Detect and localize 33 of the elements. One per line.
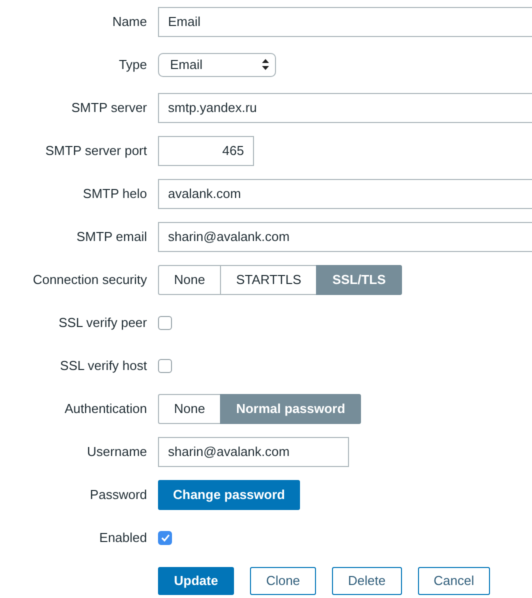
- field-label: Type: [118, 56, 147, 74]
- segment-option[interactable]: None: [158, 394, 222, 424]
- action-button[interactable]: Clone: [250, 566, 316, 594]
- field-label: Username: [86, 442, 147, 461]
- field-label: Connection security: [32, 270, 147, 289]
- text-field[interactable]: sharin@avalank.com: [158, 436, 349, 466]
- text-field[interactable]: smtp.yandex.ru: [158, 92, 532, 122]
- field-label: SSL verify host: [59, 356, 147, 375]
- action-button[interactable]: Update: [158, 566, 234, 594]
- text-field[interactable]: avalank.com: [158, 178, 532, 208]
- checkmark-icon: [160, 534, 170, 542]
- type-dropdown[interactable]: Email: [158, 52, 276, 76]
- segment-option[interactable]: STARTTLS: [220, 264, 318, 294]
- checkbox[interactable]: [158, 358, 172, 372]
- number-field[interactable]: 465: [158, 136, 254, 166]
- field-label: SMTP server port: [44, 142, 147, 160]
- checkbox[interactable]: [158, 530, 172, 544]
- field-label: Enabled: [98, 528, 147, 547]
- field-label: SMTP server: [70, 98, 147, 117]
- field-label: Password: [88, 486, 147, 504]
- action-button[interactable]: Delete: [332, 566, 402, 594]
- field-label: SMTP email: [75, 228, 147, 246]
- segment-option[interactable]: None: [158, 264, 222, 294]
- field-label: Name: [111, 12, 147, 31]
- change-password-button[interactable]: Change password: [158, 480, 300, 510]
- field-label: Authentication: [64, 400, 147, 418]
- up-down-caret-icon: [262, 59, 269, 70]
- checkbox[interactable]: [158, 316, 172, 330]
- text-field[interactable]: Email: [158, 6, 532, 36]
- field-label: SSL verify peer: [58, 314, 147, 332]
- text-field[interactable]: sharin@avalank.com: [158, 222, 532, 252]
- action-button[interactable]: Cancel: [418, 566, 490, 594]
- field-label: SMTP helo: [82, 184, 147, 203]
